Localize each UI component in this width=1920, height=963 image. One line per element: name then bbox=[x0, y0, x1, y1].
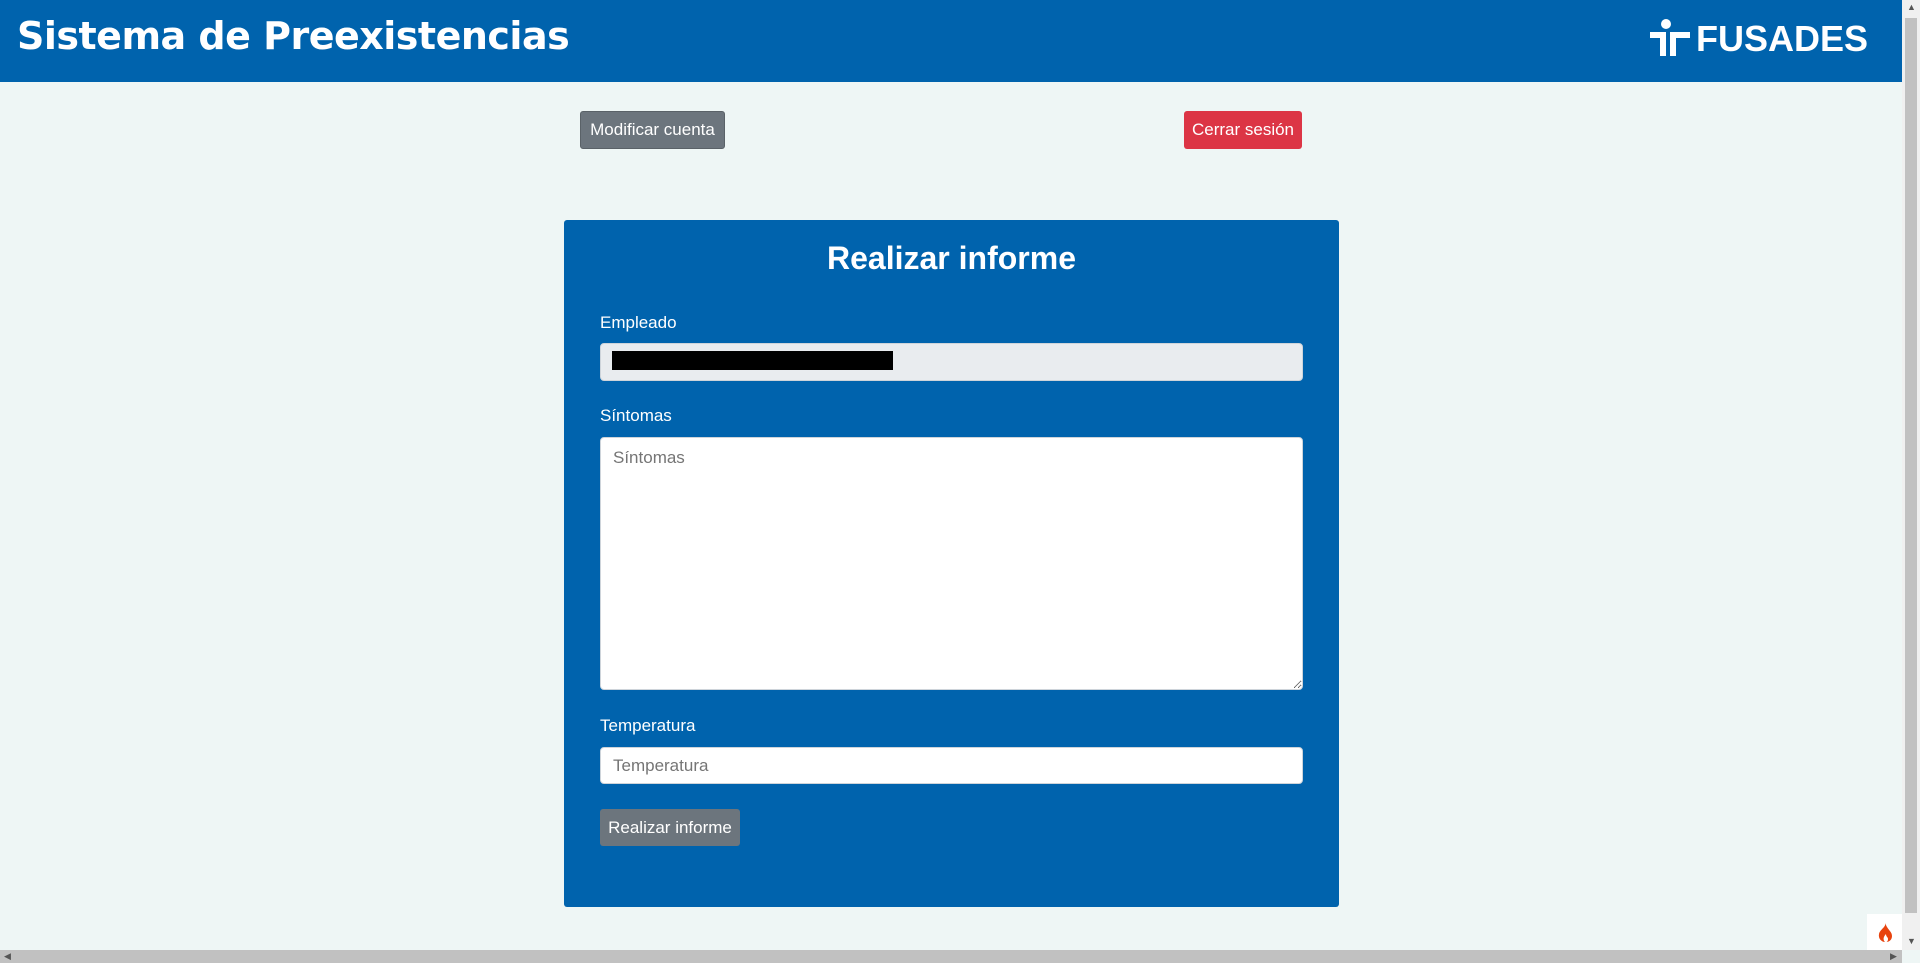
report-form-card: Realizar informe Empleado Síntomas Tempe… bbox=[564, 220, 1339, 907]
logout-button[interactable]: Cerrar sesión bbox=[1184, 111, 1302, 149]
temperature-input[interactable] bbox=[600, 747, 1303, 784]
codeigniter-flame-icon[interactable] bbox=[1867, 914, 1902, 950]
vertical-scroll-thumb[interactable] bbox=[1905, 18, 1917, 913]
employee-field bbox=[600, 343, 1303, 381]
temperature-label: Temperatura bbox=[600, 716, 696, 735]
submit-report-button[interactable]: Realizar informe bbox=[600, 809, 740, 846]
fusades-logo: FUSADES bbox=[1648, 18, 1868, 60]
vertical-scrollbar[interactable]: ▲ ▼ bbox=[1902, 0, 1920, 950]
employee-label: Empleado bbox=[600, 313, 677, 332]
symptoms-label: Síntomas bbox=[600, 406, 672, 425]
redacted-employee-name bbox=[612, 351, 893, 370]
horizontal-scrollbar[interactable]: ◀ ▶ bbox=[0, 950, 1902, 963]
fusades-logo-icon bbox=[1650, 19, 1690, 56]
modify-account-button[interactable]: Modificar cuenta bbox=[580, 111, 725, 149]
logo-text: FUSADES bbox=[1696, 18, 1869, 59]
symptoms-textarea[interactable] bbox=[600, 437, 1303, 690]
form-title: Realizar informe bbox=[827, 240, 1076, 276]
app-title: Sistema de Preexistencias bbox=[17, 14, 570, 58]
app-header: Sistema de Preexistencias FUSADES bbox=[0, 0, 1902, 82]
